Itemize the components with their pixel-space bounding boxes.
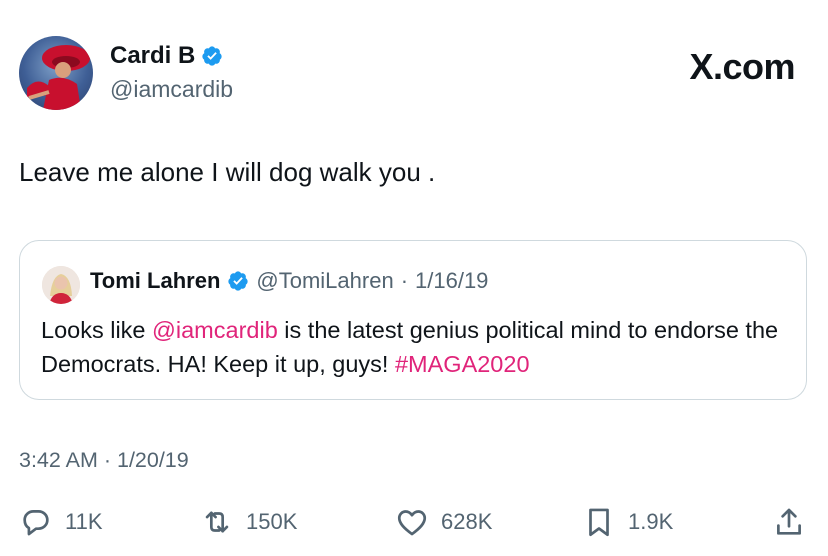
quoted-tweet-text: Looks like @iamcardib is the latest geni… [41, 313, 791, 381]
verified-badge-icon [202, 46, 222, 66]
like-button[interactable]: 628K [395, 505, 492, 539]
retweet-icon [205, 511, 229, 533]
tweet-timestamp[interactable]: 3:42 AM · 1/20/19 [19, 448, 189, 473]
bookmark-icon [589, 508, 609, 537]
reply-count: 11K [65, 509, 103, 534]
bookmark-count: 1.9K [628, 509, 674, 534]
like-count: 628K [441, 509, 493, 534]
author-name[interactable]: Cardi B [110, 42, 223, 70]
meta-separator: · [400, 268, 409, 293]
reply-icon [23, 510, 49, 536]
share-icon [777, 508, 801, 535]
action-bar: 11K 150K 628K 1.9K [0, 505, 828, 549]
author-name-text: Cardi B [110, 42, 196, 69]
brand-logo: X.com [689, 46, 795, 87]
mention-link[interactable]: @iamcardib [152, 317, 278, 343]
quoted-text-segment: Looks like [41, 317, 153, 343]
quoted-tweet[interactable]: Tomi Lahren @TomiLahren · 1/16/19 Looks … [19, 240, 807, 400]
quoted-tweet-header: Tomi Lahren @TomiLahren · 1/16/19 [90, 268, 488, 294]
author-avatar[interactable] [19, 36, 93, 110]
bookmark-button[interactable]: 1.9K [582, 505, 673, 539]
quoted-author-handle[interactable]: @TomiLahren [256, 268, 393, 294]
author-handle[interactable]: @iamcardib [110, 76, 233, 103]
share-button[interactable] [772, 505, 806, 539]
like-icon [397, 510, 427, 536]
hashtag-link[interactable]: #MAGA2020 [395, 351, 530, 377]
tweet-text: Leave me alone I will dog walk you . [19, 157, 436, 187]
quoted-author-avatar[interactable] [42, 266, 80, 304]
verified-badge-icon [228, 271, 249, 291]
quoted-tweet-date[interactable]: 1/16/19 [415, 268, 488, 294]
quoted-author-name[interactable]: Tomi Lahren [90, 268, 220, 294]
reply-button[interactable]: 11K [19, 505, 103, 539]
avatar-illustration [27, 45, 90, 110]
retweet-count: 150K [246, 509, 298, 534]
quoted-avatar-illustration [42, 266, 80, 304]
retweet-button[interactable]: 150K [200, 505, 297, 539]
